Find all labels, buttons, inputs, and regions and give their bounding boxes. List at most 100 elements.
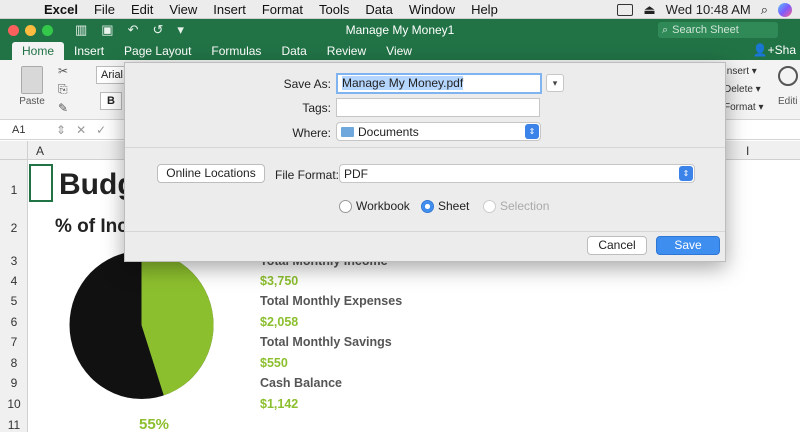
menu-app-excel[interactable]: Excel [36,2,86,17]
sidebar-toggle-icon[interactable]: ▥ [75,22,87,38]
menu-format[interactable]: Format [254,2,311,17]
tab-insert[interactable]: Insert [64,42,114,60]
find-magnifier-icon[interactable] [778,66,798,86]
customize-toolbar-icon[interactable]: ▾ [177,22,184,38]
row-header[interactable]: 6 [0,315,28,329]
row-header[interactable]: 10 [0,397,28,411]
online-locations-button[interactable]: Online Locations [157,164,265,183]
dialog-separator [125,147,725,148]
cash-balance-label: Cash Balance [260,376,342,390]
save-button[interactable]: Save [656,236,720,255]
cancel-formula-icon[interactable]: ✕ [76,123,86,137]
tags-input[interactable] [336,98,540,117]
row-header[interactable]: 8 [0,356,28,370]
radio-workbook[interactable]: Workbook [339,199,410,213]
selected-cell-a1[interactable] [29,164,53,202]
popup-arrows-icon: ⇕ [525,124,539,139]
spotlight-search-icon[interactable]: ⌕ [761,2,768,18]
row-header[interactable]: 4 [0,274,28,288]
format-cells-button[interactable]: Format ▾ [724,102,763,113]
minimize-window-button[interactable] [25,24,36,36]
tab-data[interactable]: Data [271,42,316,60]
copy-icon[interactable]: ⎘ [58,82,68,97]
editing-label: Editi [778,96,798,107]
menu-help[interactable]: Help [463,2,506,17]
zoom-window-button[interactable] [42,24,53,36]
dialog-separator [125,231,725,232]
search-sheet-input[interactable]: ⌕ Search Sheet [658,22,778,38]
eject-icon[interactable]: ⏏ [643,2,655,18]
radio-sheet-label: Sheet [438,199,470,213]
undo-icon[interactable]: ↶ [128,22,139,38]
paste-button[interactable]: Paste [14,66,50,107]
radio-sheet-dot[interactable] [421,199,434,213]
row-headers: 1 2 3 4 5 6 7 8 9 10 11 [0,160,28,432]
column-header-a[interactable]: A [36,144,44,158]
menu-file[interactable]: File [86,2,123,17]
clipboard-tools: ✂ ⎘ ✎ [58,64,68,115]
radio-selection[interactable]: Selection [483,199,549,213]
tags-label: Tags: [302,101,331,115]
redo-icon[interactable]: ↺ [153,22,164,38]
menu-view[interactable]: View [161,2,205,17]
save-as-filename-input[interactable]: Manage My Money.pdf [336,73,542,94]
bold-button[interactable]: B [100,92,122,110]
file-format-select[interactable]: PDF ⇕ [339,164,695,183]
menu-data[interactable]: Data [357,2,400,17]
radio-selection-dot[interactable] [483,199,496,213]
share-button[interactable]: 👤+Sha [753,43,796,57]
paste-label: Paste [19,96,45,107]
income-percent-heading: % of Inc [55,216,128,237]
menubar-clock[interactable]: Wed 10:48 AM [666,2,751,17]
menu-edit[interactable]: Edit [123,2,161,17]
row-header[interactable]: 9 [0,376,28,390]
macos-menubar: Excel File Edit View Insert Format Tools… [0,0,800,19]
popup-arrows-icon: ⇕ [679,166,693,181]
where-location-select[interactable]: Documents ⇕ [336,122,541,141]
window-controls [0,24,53,36]
insert-cells-label: Insert [724,66,750,77]
menu-window[interactable]: Window [401,2,463,17]
name-box[interactable]: A1 [0,124,56,136]
menu-insert[interactable]: Insert [205,2,254,17]
row-header[interactable]: 11 [0,418,28,432]
format-painter-icon[interactable]: ✎ [58,101,68,115]
select-all-corner[interactable] [0,141,28,160]
ribbon-tabs: Home Insert Page Layout Formulas Data Re… [0,41,800,60]
menu-tools[interactable]: Tools [311,2,357,17]
file-format-value: PDF [344,166,368,181]
delete-cells-button[interactable]: Delete ▾ [724,84,761,95]
row-header[interactable]: 2 [0,221,28,235]
save-icon[interactable]: ▣ [101,22,113,38]
share-icon: 👤+ [752,43,775,57]
column-header-i[interactable]: I [746,144,749,158]
siri-icon[interactable] [778,2,792,17]
stepper-icon[interactable]: ⇕ [56,123,66,137]
tab-view[interactable]: View [376,42,422,60]
delete-cells-label: Delete [724,84,753,95]
row-header[interactable]: 3 [0,254,28,268]
tab-formulas[interactable]: Formulas [201,42,271,60]
cancel-button[interactable]: Cancel [587,236,647,255]
radio-workbook-dot[interactable] [339,199,352,213]
quick-access-toolbar: ▥ ▣ ↶ ↺ ▾ [75,22,184,38]
row-header[interactable]: 7 [0,335,28,349]
share-label: Sha [774,43,796,57]
savings-value: $550 [260,356,288,370]
insert-cells-button[interactable]: Insert ▾ [724,66,757,77]
menubar-status-area: ⏏ Wed 10:48 AM ⌕ [617,0,800,19]
income-pie-chart[interactable] [69,250,214,400]
row-header[interactable]: 1 [0,183,28,197]
file-format-label: File Format: [274,168,339,182]
expand-dialog-button[interactable]: ▾ [546,74,564,92]
radio-sheet[interactable]: Sheet [421,199,469,213]
cut-icon[interactable]: ✂ [58,64,68,78]
display-icon[interactable] [617,3,634,16]
folder-icon [341,126,354,137]
close-window-button[interactable] [8,24,19,36]
confirm-formula-icon[interactable]: ✓ [96,123,106,137]
tab-review[interactable]: Review [317,42,376,60]
row-header[interactable]: 5 [0,294,28,308]
tab-home[interactable]: Home [12,42,65,60]
tab-page-layout[interactable]: Page Layout [114,42,201,60]
